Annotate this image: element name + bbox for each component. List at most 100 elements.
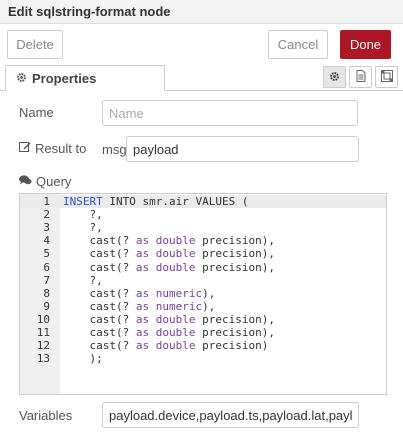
code-keyword: numeric <box>155 286 203 300</box>
line-number: 6 <box>43 260 50 274</box>
code-line-text: cast(? as numeric), <box>63 300 215 313</box>
code-keyword: as <box>135 234 150 248</box>
line-number: 9 <box>43 299 50 313</box>
code-line-text: ?, <box>63 273 103 287</box>
code-line: 5 cast(? as double precision), <box>20 247 386 260</box>
line-number: 10 <box>36 312 50 326</box>
line-number: 5 <box>43 247 50 261</box>
line-number: 4 <box>43 234 50 248</box>
code-line-text: cast(? as double precision), <box>63 326 275 339</box>
code-keyword: as <box>135 299 150 313</box>
code-line: 13 ); <box>20 352 386 365</box>
code-line-text: cast(? as double precision) <box>63 339 268 352</box>
query-editor[interactable]: 1 INSERT INTO smr.air VALUES (2 ?, 3 ?, 4 c… <box>19 193 387 395</box>
code-token: ?, <box>63 221 103 235</box>
code-keyword: as <box>135 312 150 326</box>
tab-description-button[interactable] <box>349 66 372 88</box>
code-line: 6 cast(? as double precision), <box>20 261 386 274</box>
code-token: cast(? <box>63 312 136 326</box>
edit-icon <box>19 141 31 156</box>
code-line: 2 ?, <box>20 208 386 221</box>
code-line-text: ?, <box>63 221 103 235</box>
code-token: cast(? <box>63 234 136 248</box>
code-line-text: ?, <box>63 208 103 222</box>
line-number: 1 <box>43 195 50 208</box>
code-line: 12 cast(? as double precision) <box>20 339 386 352</box>
code-token: cast(? <box>63 326 136 339</box>
result-label-group: Result to <box>19 141 86 156</box>
code-line: 7 ?, <box>20 274 386 287</box>
code-line-text: cast(? as numeric), <box>63 287 215 300</box>
code-token: INTO smr.air VALUES ( <box>102 195 249 208</box>
code-token: precision), <box>195 234 275 248</box>
gear-icon <box>329 69 340 85</box>
code-line-text: ); <box>63 352 103 366</box>
document-icon <box>356 69 366 85</box>
result-label: Result to <box>35 141 87 156</box>
delete-button[interactable]: Delete <box>7 30 63 59</box>
code-token: cast(? <box>63 286 136 300</box>
line-number: 3 <box>43 221 50 235</box>
code-token: cast(? <box>63 260 136 274</box>
code-keyword: double <box>155 234 196 248</box>
code-token: cast(? <box>63 339 136 353</box>
code-keyword: double <box>155 339 196 353</box>
code-keyword: as <box>135 247 150 261</box>
name-label-group: Name <box>19 105 54 120</box>
code-token: ), <box>202 286 216 300</box>
code-keyword: as <box>135 260 150 274</box>
variables-label-group: Variables <box>19 408 72 423</box>
code-line: 9 cast(? as numeric), <box>20 300 386 313</box>
variables-label: Variables <box>19 408 73 423</box>
code-keyword: as <box>135 326 150 339</box>
line-number: 7 <box>43 273 50 287</box>
line-number: 12 <box>36 339 50 353</box>
tab-appearance-button[interactable] <box>375 66 398 88</box>
line-number: 8 <box>43 286 50 300</box>
code-keyword: double <box>155 312 196 326</box>
code-line-text: INSERT INTO smr.air VALUES ( <box>63 195 248 208</box>
code-line: 4 cast(? as double precision), <box>20 234 386 247</box>
code-keyword: as <box>135 286 150 300</box>
code-token: ?, <box>63 208 103 222</box>
code-token: cast(? <box>63 247 136 261</box>
name-input[interactable] <box>102 100 358 126</box>
code-keyword: double <box>155 260 196 274</box>
variables-input[interactable] <box>102 402 359 428</box>
code-line-text: cast(? as double precision), <box>63 312 274 326</box>
line-number: 11 <box>36 326 50 339</box>
code-token: precision), <box>195 326 275 339</box>
comments-icon <box>19 174 32 189</box>
code-token: ), <box>202 299 216 313</box>
gear-icon <box>16 71 27 86</box>
code-line: 11 cast(? as double precision), <box>20 326 386 339</box>
result-input[interactable] <box>126 136 359 162</box>
code-line-text: cast(? as double precision), <box>63 260 275 274</box>
query-label-group: Query <box>19 174 71 189</box>
line-number: 2 <box>43 208 50 222</box>
code-keyword: as <box>135 339 150 353</box>
code-line: 1 INSERT INTO smr.air VALUES ( <box>20 195 386 209</box>
tab-node-settings-button[interactable] <box>323 66 346 88</box>
name-label: Name <box>19 105 54 120</box>
cancel-button[interactable]: Cancel <box>268 30 328 59</box>
dialog-title: Edit sqlstring-format node <box>0 0 403 24</box>
code-token: ?, <box>63 273 103 287</box>
code-line-text: cast(? as double precision), <box>63 247 274 261</box>
code-token: precision), <box>195 260 275 274</box>
code-token: ); <box>63 352 103 366</box>
tab-properties[interactable]: Properties <box>5 65 165 91</box>
tab-properties-label: Properties <box>32 70 97 86</box>
code-token: cast(? <box>63 299 136 313</box>
done-button[interactable]: Done <box>340 30 391 59</box>
code-keyword: INSERT <box>63 195 103 208</box>
code-line: 8 cast(? as numeric), <box>20 287 386 300</box>
